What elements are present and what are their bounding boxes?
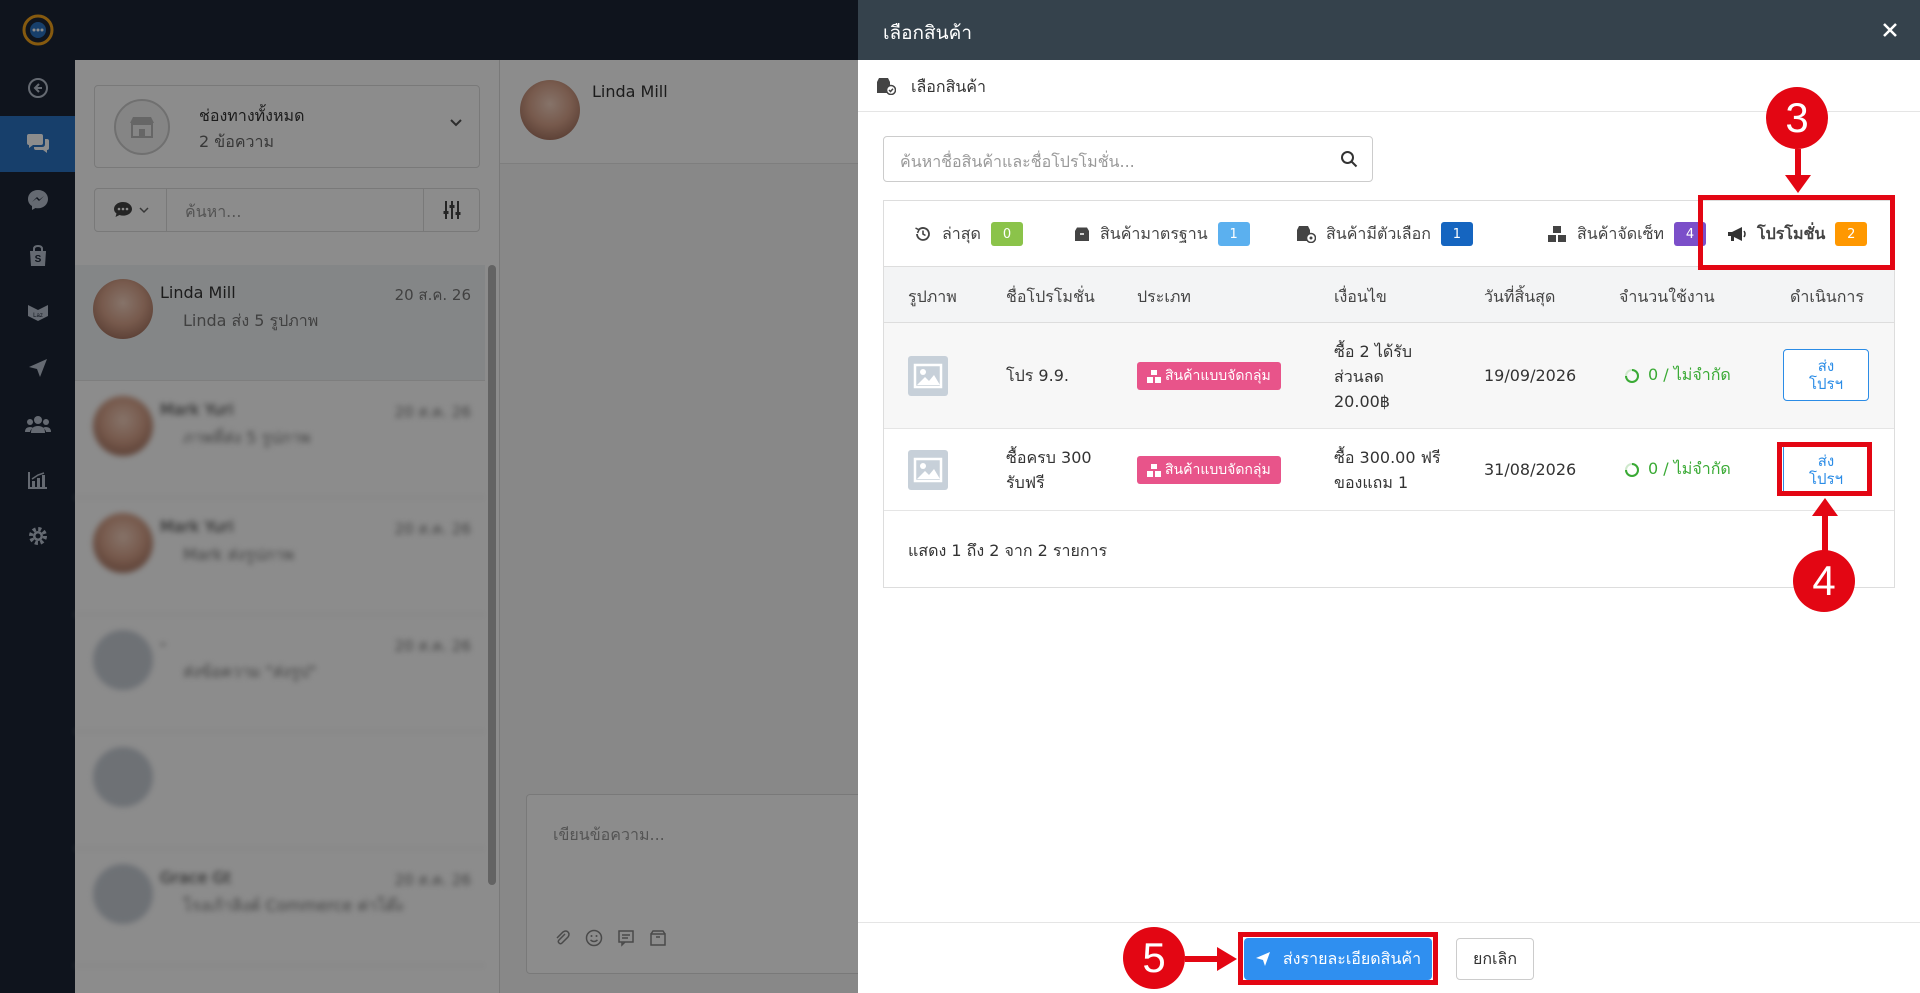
box-check-icon	[876, 77, 896, 95]
table-header: รูปภาพ ชื่อโปรโมชั่น ประเภท เงื่อนไข วัน…	[884, 267, 1894, 323]
search-icon[interactable]	[1340, 150, 1358, 168]
image-placeholder-icon	[908, 450, 948, 490]
column-header: วันที่สิ้นสุด	[1484, 287, 1556, 306]
close-button[interactable]	[1878, 18, 1902, 42]
arrow-right-icon	[1185, 947, 1237, 971]
boxes-icon	[1548, 226, 1566, 242]
tab-label: สินค้าจัดเซ็ท	[1577, 223, 1665, 243]
table-row: โปร 9.9. สินค้าแบบจัดกลุ่ม ซื้อ 2 ได้รับ…	[884, 323, 1894, 429]
promotion-condition: ซื้อ 300.00 ฟรี ของแถม 1	[1334, 448, 1441, 492]
column-header: ประเภท	[1137, 287, 1191, 306]
promotion-name: ซื้อครบ 300 รับฟรี	[1006, 448, 1092, 492]
tab-variants[interactable]: สินค้ามีตัวเลือก 1	[1296, 201, 1473, 267]
modal-title: เลือกสินค้า	[883, 22, 973, 44]
cancel-button[interactable]: ยกเลิก	[1456, 938, 1534, 980]
column-header: ชื่อโปรโมชั่น	[1006, 287, 1095, 306]
step-marker-3: 3	[1766, 87, 1828, 149]
end-date: 31/08/2026	[1484, 460, 1577, 479]
highlight-send-promo	[1777, 442, 1872, 496]
promotion-name: โปร 9.9.	[1006, 366, 1069, 385]
history-icon	[915, 227, 930, 241]
product-search-box[interactable]: ค้นหาชื่อสินค้าและชื่อโปรโมชั่น...	[883, 136, 1373, 182]
column-header: รูปภาพ	[908, 287, 957, 306]
usage-count: 0 / ไม่จำกัด	[1624, 363, 1731, 388]
product-search-input[interactable]: ค้นหาชื่อสินค้าและชื่อโปรโมชั่น...	[900, 150, 1135, 175]
tab-label: สินค้ามาตรฐาน	[1100, 223, 1208, 243]
end-date: 19/09/2026	[1484, 366, 1577, 385]
type-badge: สินค้าแบบจัดกลุ่ม	[1137, 456, 1281, 484]
spinner-icon	[1625, 462, 1639, 477]
column-header: เงื่อนไข	[1334, 287, 1387, 306]
subheader-title: เลือกสินค้า	[911, 77, 986, 96]
boxes-icon	[1147, 369, 1161, 383]
image-placeholder-icon	[908, 356, 948, 396]
count-badge: 0	[990, 222, 1023, 246]
highlight-promotion-tab	[1698, 195, 1895, 270]
tab-label: สินค้ามีตัวเลือก	[1326, 223, 1431, 243]
type-badge: สินค้าแบบจัดกลุ่ม	[1137, 362, 1281, 390]
modal-subheader: เลือกสินค้า	[858, 60, 1920, 112]
count-badge: 1	[1217, 222, 1250, 246]
modal-header: เลือกสินค้า	[858, 0, 1920, 60]
spinner-icon	[1625, 368, 1639, 383]
arrow-down-icon	[1785, 149, 1811, 193]
boxes-icon	[1147, 463, 1161, 477]
table-row: ซื้อครบ 300 รับฟรี สินค้าแบบจัดกลุ่ม ซื้…	[884, 429, 1894, 511]
promotion-condition: ซื้อ 2 ได้รับ ส่วนลด 20.00฿	[1334, 342, 1413, 411]
step-marker-4: 4	[1793, 550, 1855, 612]
highlight-send-details	[1238, 932, 1438, 985]
tab-standard[interactable]: สินค้ามาตรฐาน 1	[1074, 201, 1250, 267]
box-gear-icon	[1297, 226, 1316, 243]
column-header: ดำเนินการ	[1790, 287, 1864, 306]
modal-backdrop[interactable]	[0, 0, 858, 993]
pagination-summary: แสดง 1 ถึง 2 จาก 2 รายการ	[908, 541, 1108, 560]
tab-label: ล่าสุด	[942, 223, 981, 243]
box-icon	[1075, 227, 1089, 241]
send-promo-button[interactable]: ส่ง โปรฯ	[1783, 349, 1869, 401]
tab-bundle[interactable]: สินค้าจัดเซ็ท 4	[1547, 201, 1707, 267]
close-icon	[1883, 23, 1897, 37]
tab-recent[interactable]: ล่าสุด 0	[914, 201, 1023, 267]
step-marker-5: 5	[1123, 927, 1185, 989]
count-badge: 1	[1440, 222, 1473, 246]
usage-count: 0 / ไม่จำกัด	[1624, 457, 1731, 482]
select-product-modal: เลือกสินค้า เลือกสินค้า ค้นหาชื่อสินค้าแ…	[858, 0, 1920, 993]
column-header: จำนวนใช้งาน	[1619, 287, 1715, 306]
arrow-up-icon	[1812, 498, 1838, 554]
